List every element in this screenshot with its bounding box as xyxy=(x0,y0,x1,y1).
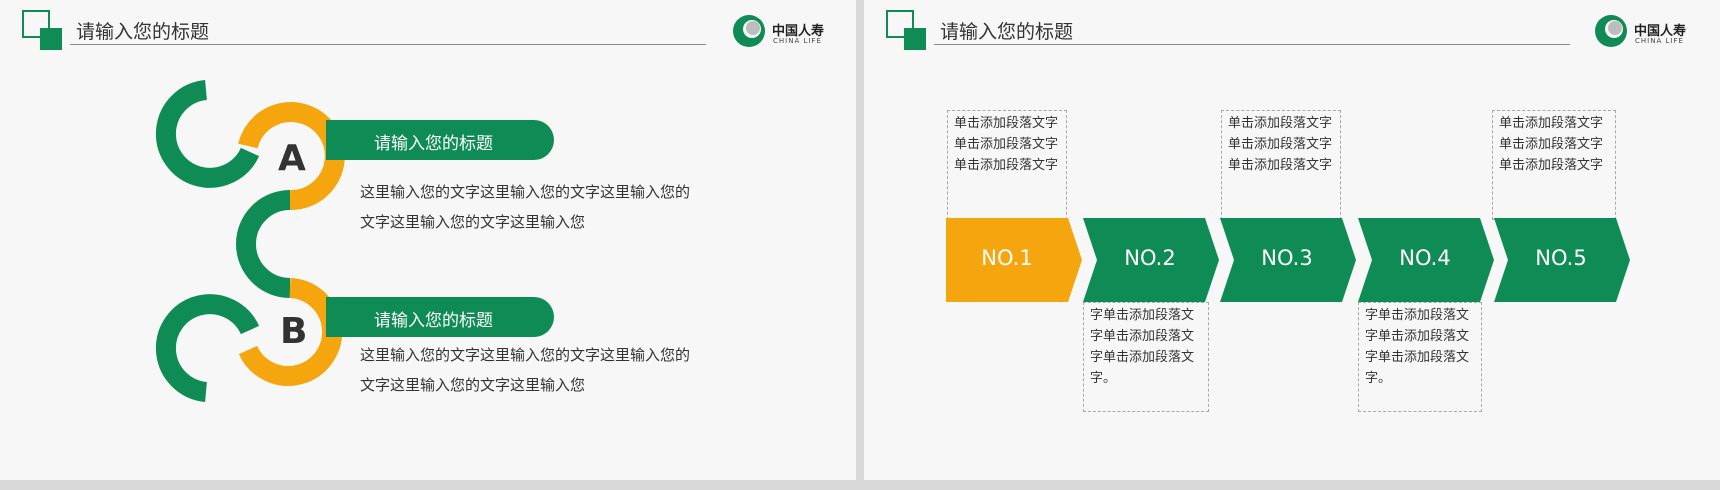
item-heading-a: 请输入您的标题 xyxy=(374,134,493,154)
slide-left: 请输入您的标题 中国人寿 CHINA LIFE A B 请输入您的标题 请输入您… xyxy=(0,0,856,480)
item-body-a: 这里输入您的文字这里输入您的文字这里输入您的文字这里输入您的文字这里输入您 xyxy=(360,183,691,231)
process-arrow-label-1: NO.1 xyxy=(981,246,1033,270)
slide-right: 请输入您的标题 中国人寿 CHINA LIFE 单击添加段落文字单击添加段落文字… xyxy=(864,0,1720,480)
item-letter-b: B xyxy=(280,311,308,352)
item-heading-pill-a: 请输入您的标题 xyxy=(326,120,554,160)
process-arrow-label-3: NO.3 xyxy=(1261,246,1313,270)
note-bottom-2: 字单击添加段落文字单击添加段落文字单击添加段落文字。 xyxy=(1358,302,1482,412)
curve-green-bottom xyxy=(155,294,260,402)
process-arrows xyxy=(946,218,1630,302)
note-bottom-1: 字单击添加段落文字单击添加段落文字单击添加段落文字。 xyxy=(1083,302,1209,412)
process-arrow-label-2: NO.2 xyxy=(1124,246,1176,270)
item-heading-b: 请输入您的标题 xyxy=(374,311,493,331)
item-heading-pill-b: 请输入您的标题 xyxy=(326,297,554,337)
item-body-b: 这里输入您的文字这里输入您的文字这里输入您的文字这里输入您的文字这里输入您 xyxy=(360,346,691,394)
item-letter-a: A xyxy=(278,138,306,179)
process-arrow-label-4: NO.4 xyxy=(1399,246,1451,270)
curve-green-middle xyxy=(236,190,291,298)
s-curve-graphic xyxy=(155,80,345,402)
process-arrow-label-5: NO.5 xyxy=(1535,246,1587,270)
curve-green-top xyxy=(155,80,260,188)
